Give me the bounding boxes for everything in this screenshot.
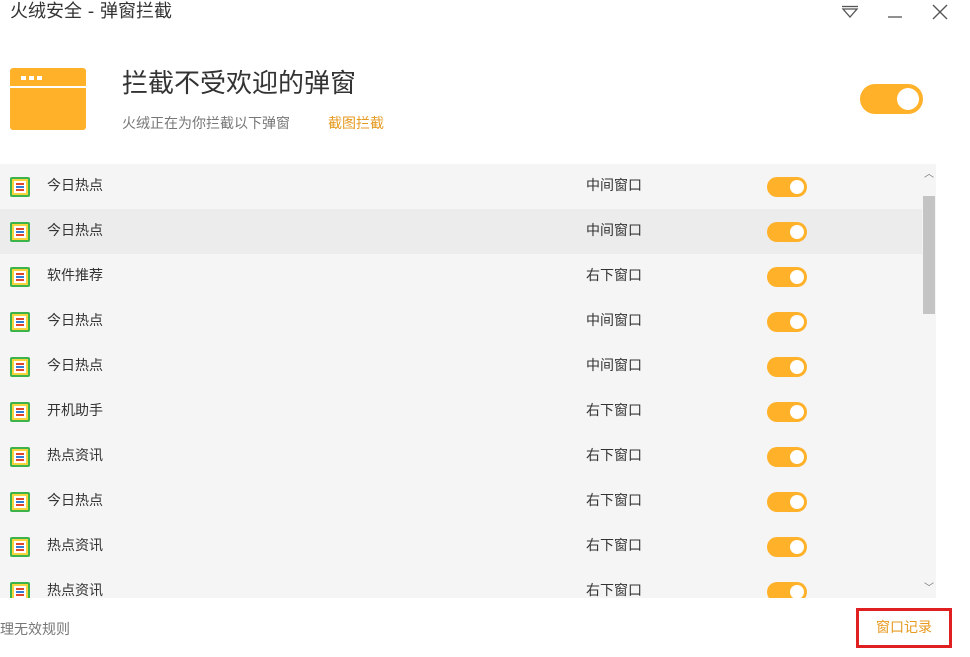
app-icon	[10, 402, 30, 422]
rule-toggle[interactable]	[767, 177, 807, 197]
popup-rule-row[interactable]: 开机助手 右下窗口	[0, 389, 922, 434]
toggle-knob	[790, 495, 804, 509]
popup-rule-row[interactable]: 今日热点 中间窗口	[0, 344, 922, 389]
list-scrollbar[interactable]: ︿ ﹀	[922, 164, 936, 598]
rule-name: 今日热点	[47, 493, 103, 509]
clear-invalid-rules-link[interactable]: 理无效规则	[0, 620, 70, 640]
popup-rule-row[interactable]: 今日热点 右下窗口	[0, 479, 922, 524]
rule-window-position: 右下窗口	[586, 268, 642, 284]
rule-window-position: 中间窗口	[586, 178, 642, 194]
toggle-knob	[790, 360, 804, 374]
header-section: 拦截不受欢迎的弹窗 火绒正在为你拦截以下弹窗 截图拦截	[0, 60, 970, 160]
minimize-icon[interactable]	[880, 0, 910, 24]
toggle-knob	[790, 585, 804, 598]
popup-rule-row[interactable]: 热点资讯 右下窗口	[0, 434, 922, 479]
rule-toggle[interactable]	[767, 492, 807, 512]
rule-name: 热点资讯	[47, 583, 103, 598]
popup-rule-row[interactable]: 热点资讯 右下窗口	[0, 569, 922, 598]
app-icon	[10, 312, 30, 332]
rule-toggle[interactable]	[767, 402, 807, 422]
toggle-knob	[790, 180, 804, 194]
rule-window-position: 右下窗口	[586, 403, 642, 419]
popup-rule-row[interactable]: 今日热点 中间窗口	[0, 164, 922, 209]
rule-window-position: 右下窗口	[586, 493, 642, 509]
rule-name: 热点资讯	[47, 448, 103, 464]
rule-name: 今日热点	[47, 313, 103, 329]
rule-toggle[interactable]	[767, 357, 807, 377]
rule-name: 开机助手	[47, 403, 103, 419]
window-record-button[interactable]: 窗口记录	[856, 608, 952, 648]
popup-window-icon	[10, 68, 86, 130]
rule-window-position: 右下窗口	[586, 538, 642, 554]
popup-rule-row[interactable]: 热点资讯 右下窗口	[0, 524, 922, 569]
toggle-knob	[790, 405, 804, 419]
toggle-knob	[790, 270, 804, 284]
rule-name: 今日热点	[47, 358, 103, 374]
toggle-knob	[790, 540, 804, 554]
close-icon[interactable]	[925, 0, 955, 24]
scroll-thumb[interactable]	[923, 196, 935, 314]
rule-toggle[interactable]	[767, 582, 807, 598]
scroll-down-icon[interactable]: ﹀	[922, 580, 936, 598]
scroll-up-icon[interactable]: ︿	[922, 166, 936, 184]
rule-name: 今日热点	[47, 223, 103, 239]
rule-window-position: 中间窗口	[586, 313, 642, 329]
footer-bar: 理无效规则 窗口记录	[0, 598, 970, 657]
toggle-knob	[790, 450, 804, 464]
rule-toggle[interactable]	[767, 222, 807, 242]
app-icon	[10, 357, 30, 377]
title-bar: 火绒安全 - 弹窗拦截	[0, 0, 970, 30]
rule-window-position: 中间窗口	[586, 358, 642, 374]
app-icon	[10, 222, 30, 242]
rule-name: 软件推荐	[47, 268, 103, 284]
window-title: 火绒安全 - 弹窗拦截	[10, 1, 172, 22]
toggle-knob	[897, 88, 919, 110]
master-block-toggle[interactable]	[860, 84, 923, 114]
rule-name: 热点资讯	[47, 538, 103, 554]
screenshot-block-link[interactable]: 截图拦截	[328, 114, 384, 134]
popup-rule-list: 今日热点 中间窗口 今日热点 中间窗口 软件推荐 右下窗口 今日热点 中间窗口 今日热点 中间窗口…	[0, 164, 936, 598]
app-icon	[10, 177, 30, 197]
app-icon	[10, 267, 30, 287]
toggle-knob	[790, 315, 804, 329]
rule-toggle[interactable]	[767, 267, 807, 287]
menu-triangle-icon[interactable]	[835, 0, 865, 24]
rule-toggle[interactable]	[767, 312, 807, 332]
app-icon	[10, 582, 30, 598]
rule-toggle[interactable]	[767, 447, 807, 467]
page-headline: 拦截不受欢迎的弹窗	[122, 69, 357, 99]
popup-rule-row[interactable]: 软件推荐 右下窗口	[0, 254, 922, 299]
app-icon	[10, 492, 30, 512]
rule-window-position: 右下窗口	[586, 583, 642, 598]
app-icon	[10, 447, 30, 467]
rule-toggle[interactable]	[767, 537, 807, 557]
toggle-knob	[790, 225, 804, 239]
popup-rule-row[interactable]: 今日热点 中间窗口	[0, 209, 922, 254]
rule-window-position: 中间窗口	[586, 223, 642, 239]
page-subtitle: 火绒正在为你拦截以下弹窗	[122, 116, 290, 132]
popup-rule-row[interactable]: 今日热点 中间窗口	[0, 299, 922, 344]
rule-name: 今日热点	[47, 178, 103, 194]
rule-window-position: 右下窗口	[586, 448, 642, 464]
app-icon	[10, 537, 30, 557]
